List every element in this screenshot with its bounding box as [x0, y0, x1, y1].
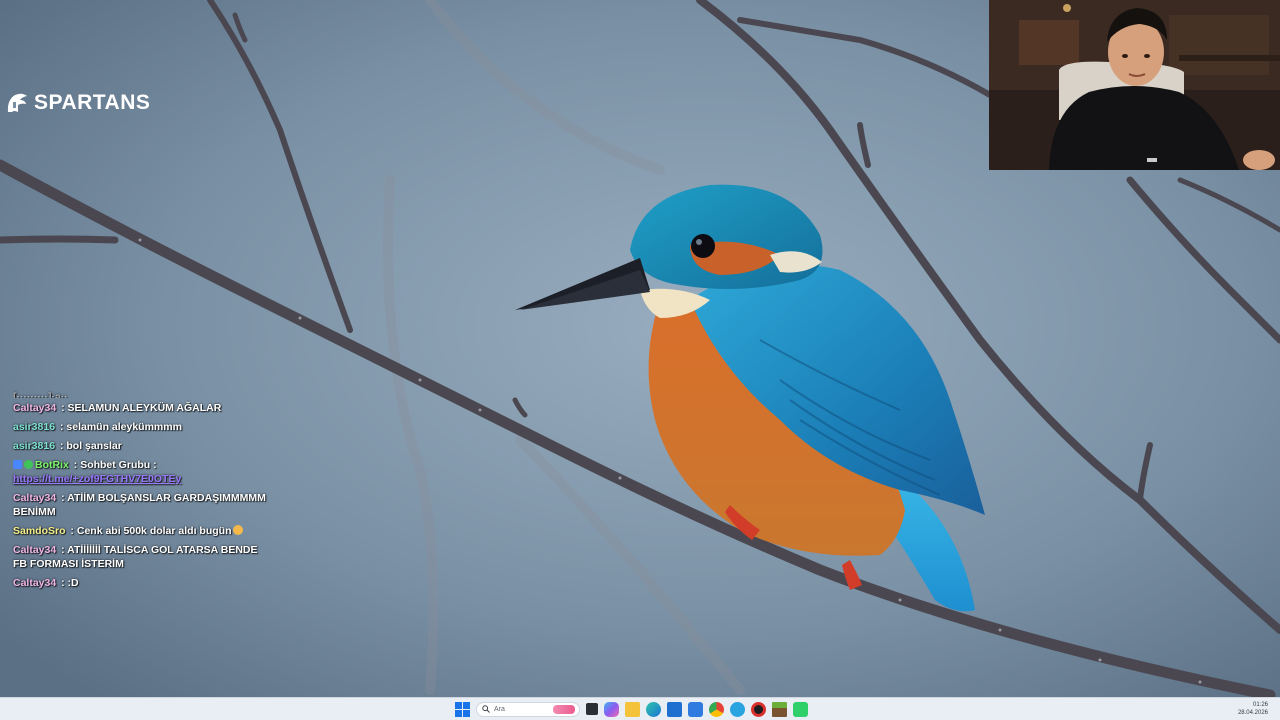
chat-username: Caltay34 [13, 577, 57, 589]
telegram-icon[interactable] [730, 701, 745, 717]
clock-time: 01:26 [1252, 702, 1268, 708]
taskbar-pinned-apps: Ara [455, 701, 808, 717]
webcam-overlay [989, 0, 1280, 170]
chat-overlay: [·········]·a·· Caltay34 : SELAMUN ALEYK… [13, 390, 273, 595]
chat-message: SamdoSro : Cenk abi 500k dolar aldı bugü… [13, 524, 273, 538]
spartan-helmet-icon [7, 93, 27, 112]
desktop: SPARTANS [·········]·a·· Caltay34: SELA… [0, 0, 1280, 720]
mail-icon[interactable] [688, 701, 703, 717]
task-view-icon[interactable] [586, 703, 598, 715]
chat-text: selamün aleykümmmm [66, 421, 182, 433]
clock-date: 28.04.2026 [1237, 710, 1268, 716]
chat-username: Caltay34 [13, 492, 57, 504]
copilot-icon[interactable] [604, 701, 619, 717]
chat-text: bol şanslar [66, 440, 122, 452]
app-red-icon[interactable] [751, 701, 766, 717]
chat-cut-off-line: [·········]·a·· [13, 391, 68, 398]
chat-message: Caltay34 : ATİİM BOLŞANSLAR GARDAŞIMMMMM… [13, 492, 266, 518]
start-button[interactable] [455, 701, 470, 717]
heart-eyes-emoji-icon [233, 525, 244, 535]
edge-icon[interactable] [646, 701, 661, 717]
search-icon [482, 705, 490, 713]
system-clock[interactable]: 01:26 28.04.2026 [1238, 701, 1268, 717]
chat-username: asir3816 [13, 421, 56, 433]
chat-link[interactable]: https://t.me/+zof9FGTHV7E0OTEy [13, 472, 273, 486]
chat-username: asir3816 [13, 440, 56, 452]
taskbar: Ara 01:26 28.04.2026 [0, 697, 1280, 720]
search-placeholder: Ara [494, 705, 505, 713]
chat-message: BotRix : Sohbet Grubu : https://t.me/+zo… [13, 458, 273, 486]
verified-badge-icon [24, 460, 33, 469]
app-green-icon[interactable] [793, 701, 808, 717]
file-explorer-icon[interactable] [625, 701, 640, 717]
chat-text: Sohbet Grubu : [80, 459, 157, 471]
chat-text: Cenk abi 500k dolar aldı bugün [76, 525, 232, 537]
chat-message: Caltay34 : :D [13, 577, 79, 589]
chat-text: :D [67, 577, 79, 589]
streamer-camera-feed [989, 0, 1280, 170]
bot-badge-icon [13, 460, 22, 469]
minecraft-icon[interactable] [772, 701, 787, 717]
chat-message: asir3816 : selamün aleykümmmm [13, 421, 182, 433]
start-icon [455, 701, 462, 709]
brand-name: SPARTANS [34, 91, 151, 114]
chat-message: Caltay34 : ATİİİİİİİ TALİSCA GOL ATARSA … [13, 544, 258, 570]
chat-username: Caltay34 [13, 544, 57, 556]
taskbar-search-box[interactable]: Ara [476, 701, 580, 717]
chat-username: SamdoSro [13, 525, 66, 537]
chat-username: Caltay34 [13, 402, 57, 414]
microsoft-store-icon[interactable] [667, 701, 682, 717]
chrome-icon[interactable] [709, 701, 724, 717]
chat-username: BotRix [35, 459, 69, 471]
chat-text: SELAMUN ALEYKÜM AĞALAR [67, 402, 222, 414]
spartans-logo: SPARTANS [4, 90, 150, 116]
chat-message: Caltay34 : SELAMUN ALEYKÜM AĞALAR [13, 402, 222, 414]
chat-message: asir3816 : bol şanslar [13, 440, 122, 452]
search-highlight-icon [553, 704, 575, 714]
